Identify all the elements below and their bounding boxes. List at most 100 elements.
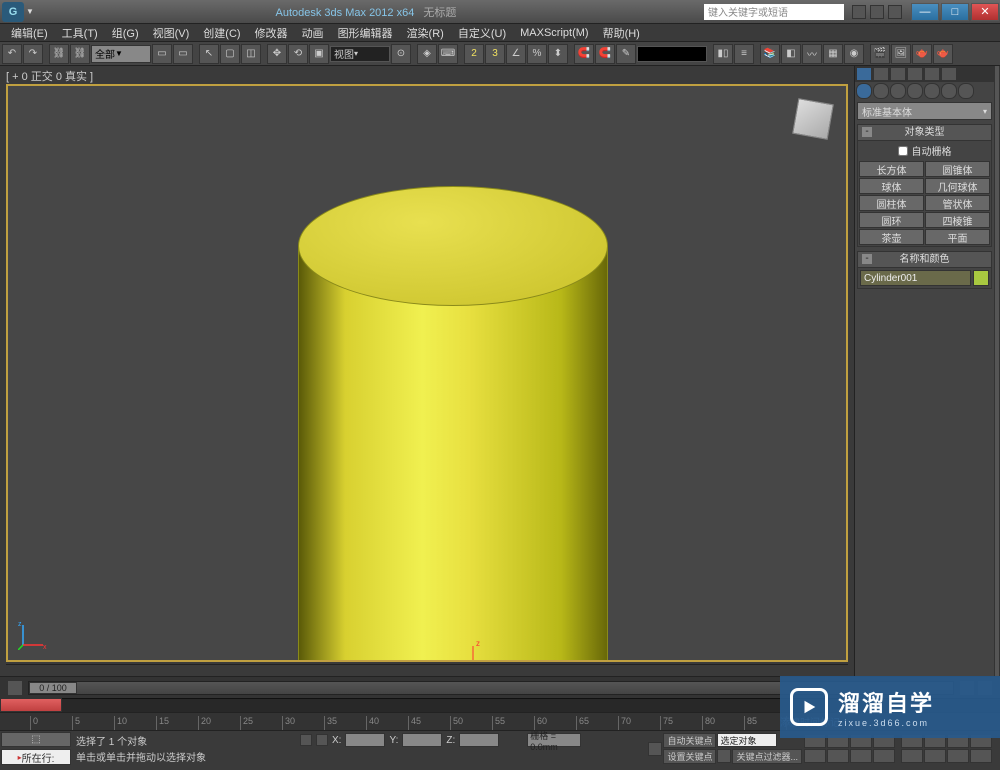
link-icon[interactable]: ⛓	[49, 44, 69, 64]
selection-filter-dropdown[interactable]: 全部 ▼	[91, 45, 151, 63]
script-mini-button[interactable]: ⬚	[1, 732, 71, 747]
cat-systems-icon[interactable]	[958, 83, 974, 99]
redo-icon[interactable]: ↷	[23, 44, 43, 64]
prim-geosphere-button[interactable]: 几何球体	[925, 178, 990, 194]
maximize-viewport-icon[interactable]	[947, 749, 969, 763]
menu-maxscript[interactable]: MAXScript(M)	[513, 27, 595, 39]
nav-misc-icon[interactable]	[970, 749, 992, 763]
rect-select-icon[interactable]: ▢	[220, 44, 240, 64]
keyfilter-button[interactable]: 关键点过滤器...	[732, 749, 802, 764]
menu-create[interactable]: 创建(C)	[196, 25, 247, 41]
named-selset-dropdown[interactable]	[637, 46, 707, 62]
window-close-button[interactable]: ✕	[971, 3, 999, 21]
viewport-hscroll[interactable]	[6, 664, 848, 676]
undo-icon[interactable]: ↶	[2, 44, 22, 64]
goto-end-icon[interactable]	[804, 749, 826, 763]
cat-shapes-icon[interactable]	[873, 83, 889, 99]
percent-snap-icon[interactable]: %	[527, 44, 547, 64]
select-name-icon[interactable]: ▭	[173, 44, 193, 64]
render-setup-icon[interactable]: 🎬	[870, 44, 890, 64]
lock-icon[interactable]	[300, 734, 312, 746]
curve-editor-icon[interactable]: 〰	[802, 44, 822, 64]
coord-y-input[interactable]	[402, 733, 442, 747]
prim-sphere-button[interactable]: 球体	[859, 178, 924, 194]
rollout-namecolor-header[interactable]: -名称和颜色	[858, 252, 991, 268]
window-maximize-button[interactable]: □	[941, 3, 969, 21]
rollout-objtype-header[interactable]: -对象类型	[858, 125, 991, 141]
menu-tools[interactable]: 工具(T)	[55, 25, 105, 41]
move-icon[interactable]: ✥	[267, 44, 287, 64]
prim-tube-button[interactable]: 管状体	[925, 195, 990, 211]
tab-modify-icon[interactable]	[873, 67, 889, 81]
tab-utilities-icon[interactable]	[941, 67, 957, 81]
cylinder-object[interactable]: z y x	[298, 186, 608, 662]
render-prod-icon[interactable]: 🫖	[912, 44, 932, 64]
menu-edit[interactable]: 编辑(E)	[4, 25, 55, 41]
object-color-swatch[interactable]	[973, 270, 989, 286]
current-row-button[interactable]: ▸所在行:	[1, 749, 71, 765]
lock2-icon[interactable]	[316, 734, 328, 746]
keyboard-icon[interactable]: ⌨	[438, 44, 458, 64]
align-icon[interactable]: ≡	[734, 44, 754, 64]
menu-customize[interactable]: 自定义(U)	[451, 25, 513, 41]
render-last-icon[interactable]: 🫖	[933, 44, 953, 64]
prim-teapot-button[interactable]: 茶壶	[859, 229, 924, 245]
angle-snap-icon[interactable]: ∠	[506, 44, 526, 64]
render-frame-icon[interactable]: 🖼	[891, 44, 911, 64]
pan-icon[interactable]	[901, 749, 923, 763]
track-toggle-icon[interactable]	[7, 680, 23, 696]
cat-spacewarps-icon[interactable]	[941, 83, 957, 99]
rotate-icon[interactable]: ⟲	[288, 44, 308, 64]
help-search-input[interactable]: 键入关键字或短语	[704, 4, 844, 20]
tab-display-icon[interactable]	[924, 67, 940, 81]
info-icon[interactable]	[852, 5, 866, 19]
schematic-icon[interactable]: ▦	[823, 44, 843, 64]
menu-group[interactable]: 组(G)	[105, 25, 146, 41]
edit-named-icon[interactable]: ✎	[616, 44, 636, 64]
menu-animation[interactable]: 动画	[295, 25, 331, 41]
cat-geometry-icon[interactable]	[856, 83, 872, 99]
time-config-icon[interactable]	[850, 749, 872, 763]
graphite-icon[interactable]: ◧	[781, 44, 801, 64]
prim-pyramid-button[interactable]: 四棱锥	[925, 212, 990, 228]
coord-z-input[interactable]	[459, 733, 499, 747]
prim-torus-button[interactable]: 圆环	[859, 212, 924, 228]
autogrid-checkbox[interactable]	[898, 146, 908, 156]
unlink-icon[interactable]: ⛓	[70, 44, 90, 64]
prim-cone-button[interactable]: 圆锥体	[925, 161, 990, 177]
orbit-icon[interactable]	[924, 749, 946, 763]
window-cross-icon[interactable]: ◫	[241, 44, 261, 64]
magnet2-icon[interactable]: 🧲	[595, 44, 615, 64]
ref-coord-dropdown[interactable]: 视图 ▾	[330, 46, 390, 62]
prim-plane-button[interactable]: 平面	[925, 229, 990, 245]
coord-x-input[interactable]	[345, 733, 385, 747]
panel-resize-handle[interactable]	[994, 66, 1000, 676]
manip-icon[interactable]: ◈	[417, 44, 437, 64]
cat-cameras-icon[interactable]	[907, 83, 923, 99]
magnet1-icon[interactable]: 🧲	[574, 44, 594, 64]
help-icon[interactable]	[888, 5, 902, 19]
cat-lights-icon[interactable]	[890, 83, 906, 99]
app-menu-arrow-icon[interactable]: ▼	[26, 7, 34, 16]
prim-cylinder-button[interactable]: 圆柱体	[859, 195, 924, 211]
mirror-icon[interactable]: ▮▯	[713, 44, 733, 64]
layers-icon[interactable]: 📚	[760, 44, 780, 64]
select-icon[interactable]: ▭	[152, 44, 172, 64]
material-icon[interactable]: ◉	[844, 44, 864, 64]
spinner-snap-icon[interactable]: ⬍	[548, 44, 568, 64]
prim-box-button[interactable]: 长方体	[859, 161, 924, 177]
snap3d-icon[interactable]: 3	[485, 44, 505, 64]
star-icon[interactable]	[870, 5, 884, 19]
tab-hierarchy-icon[interactable]	[890, 67, 906, 81]
cursor-icon[interactable]: ↖	[199, 44, 219, 64]
tab-motion-icon[interactable]	[907, 67, 923, 81]
pivot-icon[interactable]: ⊙	[391, 44, 411, 64]
selection-range-bar[interactable]	[0, 698, 62, 712]
menu-grapheditor[interactable]: 图形编辑器	[331, 25, 400, 41]
key-target-dropdown[interactable]: 选定对象	[717, 733, 777, 747]
app-logo-icon[interactable]: G	[2, 2, 24, 22]
key-icon[interactable]	[648, 742, 662, 756]
autokey-button[interactable]: 自动关键点	[663, 733, 716, 748]
object-name-input[interactable]: Cylinder001	[860, 270, 971, 286]
menu-modifiers[interactable]: 修改器	[248, 25, 295, 41]
